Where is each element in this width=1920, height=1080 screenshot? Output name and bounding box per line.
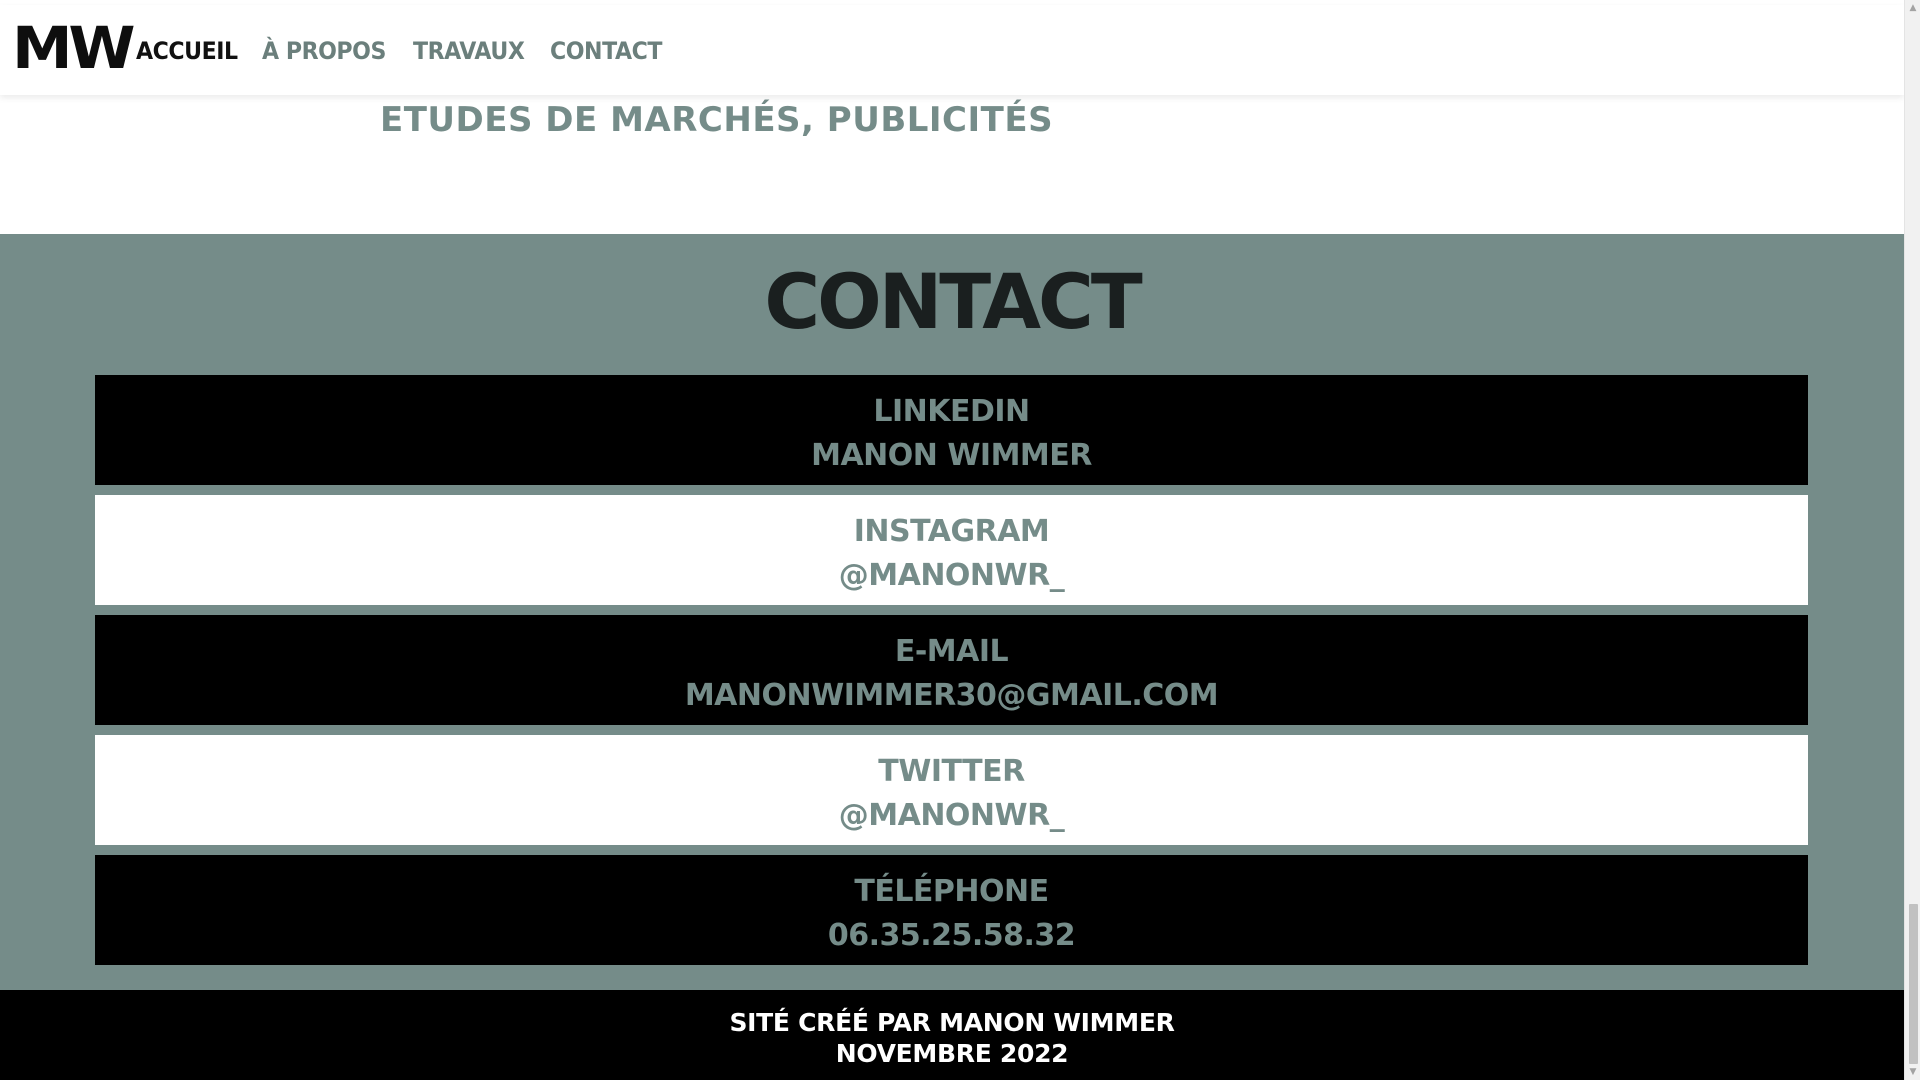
card-label: TÉLÉPHONE (854, 874, 1049, 909)
nav-link-accueil[interactable]: ACCUEIL (136, 39, 238, 63)
scroll-down-arrow-icon[interactable]: ▼ (1905, 1064, 1920, 1080)
nav-link-contact[interactable]: CONTACT (550, 39, 662, 63)
contact-card-telephone[interactable]: TÉLÉPHONE 06.35.25.58.32 (95, 855, 1808, 965)
contact-card-email[interactable]: E-MAIL MANONWIMMER30@GMAIL.COM (95, 615, 1808, 725)
contact-card-twitter[interactable]: TWITTER @MANONWR_ (95, 735, 1808, 845)
card-value[interactable]: @MANONWR_ (95, 561, 1808, 591)
nav-link-travaux[interactable]: TRAVAUX (413, 39, 525, 63)
card-value[interactable]: 06.35.25.58.32 (95, 921, 1808, 951)
card-value[interactable]: MANONWIMMER30@GMAIL.COM (95, 681, 1808, 711)
top-navbar: MW ACCUEIL À PROPOS TRAVAUX CONTACT (0, 5, 1904, 95)
contact-card-linkedin[interactable]: LINKEDIN MANON WIMMER (95, 375, 1808, 485)
nav-links: ACCUEIL À PROPOS TRAVAUX CONTACT (136, 39, 672, 63)
contact-card-instagram[interactable]: INSTAGRAM @MANONWR_ (95, 495, 1808, 605)
card-label: INSTAGRAM (853, 514, 1050, 549)
card-label: LINKEDIN (873, 394, 1030, 429)
card-label: E-MAIL (894, 634, 1009, 669)
site-logo[interactable]: MW (12, 19, 136, 77)
nav-link-a-propos[interactable]: À PROPOS (262, 39, 386, 63)
card-value[interactable]: MANON WIMMER (95, 441, 1808, 471)
footer: SITÉ CRÉÉ PAR MANON WIMMER NOVEMBRE 2022 (0, 990, 1904, 1080)
vertical-scrollbar[interactable]: ▲ ▼ (1904, 0, 1920, 1080)
contact-section: CONTACT LINKEDIN MANON WIMMER INSTAGRAM … (0, 234, 1904, 990)
card-label: TWITTER (878, 754, 1025, 789)
scroll-up-arrow-icon[interactable]: ▲ (1905, 0, 1920, 16)
footer-date: NOVEMBRE 2022 (835, 1039, 1069, 1068)
scrollbar-thumb[interactable] (1909, 904, 1918, 1064)
page: MW ACCUEIL À PROPOS TRAVAUX CONTACT ETUD… (0, 0, 1904, 1080)
footer-credit: SITÉ CRÉÉ PAR MANON WIMMER (729, 1008, 1175, 1037)
card-value[interactable]: @MANONWR_ (95, 801, 1808, 831)
project-subtitle: ETUDES DE MARCHÉS, PUBLICITÉS (380, 100, 1054, 140)
contact-title: CONTACT (764, 257, 1142, 346)
